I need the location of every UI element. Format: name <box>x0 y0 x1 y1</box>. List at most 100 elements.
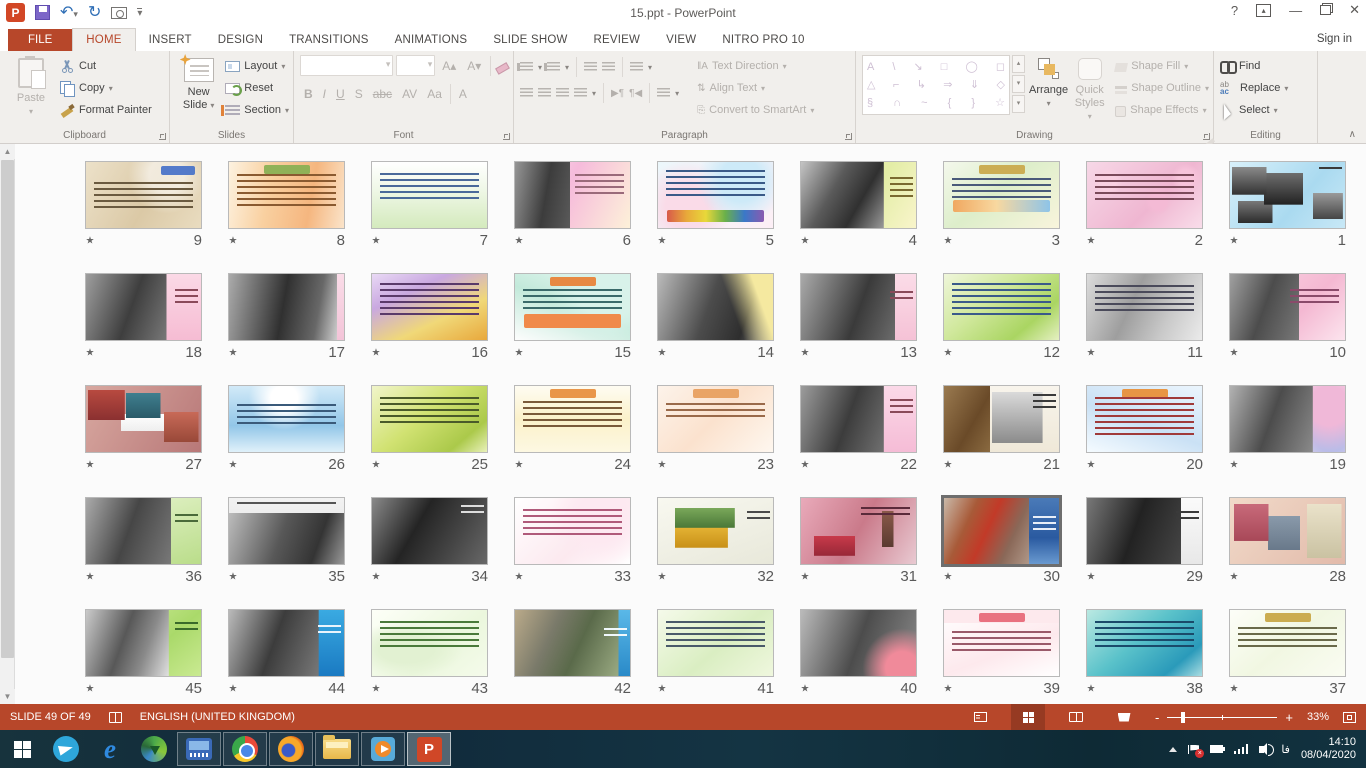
transition-star-icon[interactable]: ★ <box>371 571 380 583</box>
numbering-icon[interactable] <box>547 62 560 72</box>
shape-glyph[interactable]: { <box>948 97 952 109</box>
slide-thumbnail-24[interactable] <box>514 385 631 453</box>
taskbar-app-folder[interactable] <box>315 732 359 766</box>
align-text-button[interactable]: ⇅Align Text▾ <box>697 77 814 99</box>
shape-glyph[interactable]: ⇓ <box>970 79 979 91</box>
scrollbar-thumb[interactable] <box>1 160 14 658</box>
zoom-out-button[interactable]: - <box>1155 710 1159 725</box>
shape-glyph[interactable]: § <box>867 97 873 109</box>
text-direction-button[interactable]: ‖AText Direction▾ <box>697 55 814 77</box>
slide-thumbnail-28[interactable] <box>1229 497 1346 565</box>
shape-glyph[interactable]: ↳ <box>917 79 926 91</box>
clock[interactable]: 14:10 08/04/2020 <box>1301 736 1356 762</box>
transition-star-icon[interactable]: ★ <box>657 235 666 247</box>
scroll-up-icon[interactable]: ▲ <box>0 144 15 159</box>
shape-fill-button[interactable]: Shape Fill▾ <box>1115 55 1209 77</box>
transition-star-icon[interactable]: ★ <box>943 571 952 583</box>
spell-check-icon[interactable] <box>109 712 122 723</box>
tab-file[interactable]: FILE <box>8 29 72 51</box>
taskbar-app-rdp[interactable] <box>177 732 221 766</box>
hidden-icons-arrow[interactable] <box>1169 747 1177 752</box>
slide-thumbnail-37[interactable] <box>1229 609 1346 677</box>
slide-thumbnail-11[interactable] <box>1086 273 1203 341</box>
slide-thumbnail-17[interactable] <box>228 273 345 341</box>
slide-thumbnail-36[interactable] <box>85 497 202 565</box>
line-spacing-icon[interactable] <box>630 62 643 72</box>
justify-icon[interactable] <box>574 88 587 98</box>
font-style-button-aa[interactable]: Aa <box>423 84 446 104</box>
copy-button[interactable]: Copy▾ <box>60 77 152 99</box>
transition-star-icon[interactable]: ★ <box>1086 235 1095 247</box>
transition-star-icon[interactable]: ★ <box>1229 235 1238 247</box>
cut-button[interactable]: Cut <box>60 55 152 77</box>
select-button[interactable]: Select▾ <box>1220 99 1288 121</box>
taskbar-app-player[interactable] <box>361 732 405 766</box>
transition-star-icon[interactable]: ★ <box>1229 571 1238 583</box>
slide-thumbnail-1[interactable] <box>1229 161 1346 229</box>
font-style-button-b[interactable]: B <box>300 84 317 104</box>
transition-star-icon[interactable]: ★ <box>657 571 666 583</box>
ltr-direction-icon[interactable]: ▶¶ <box>611 88 624 99</box>
transition-star-icon[interactable]: ★ <box>943 347 952 359</box>
transition-star-icon[interactable]: ★ <box>85 683 94 695</box>
slide-thumbnail-29[interactable] <box>1086 497 1203 565</box>
language-switcher[interactable]: فا <box>1281 743 1290 756</box>
taskbar-app-idm[interactable] <box>132 730 176 768</box>
shape-glyph[interactable]: ~ <box>921 97 927 109</box>
tab-review[interactable]: REVIEW <box>581 29 654 51</box>
zoom-in-button[interactable]: + <box>1285 710 1293 725</box>
increase-indent-icon[interactable] <box>602 62 615 72</box>
decrease-font-size-button[interactable]: A▾ <box>463 56 485 76</box>
shape-glyph[interactable]: ⌐ <box>893 79 899 91</box>
zoom-level[interactable]: 33% <box>1307 711 1329 723</box>
font-style-button-u[interactable]: U <box>332 84 349 104</box>
slide-thumbnail-21[interactable] <box>943 385 1060 453</box>
transition-star-icon[interactable]: ★ <box>1229 683 1238 695</box>
slide-thumbnail-39[interactable] <box>943 609 1060 677</box>
normal-view-button[interactable] <box>963 704 997 730</box>
slide-thumbnail-10[interactable] <box>1229 273 1346 341</box>
transition-star-icon[interactable]: ★ <box>943 235 952 247</box>
transition-star-icon[interactable]: ★ <box>800 683 809 695</box>
align-left-icon[interactable] <box>520 88 533 98</box>
reset-button[interactable]: Reset <box>225 77 289 99</box>
network-signal-icon[interactable] <box>1234 744 1248 754</box>
decrease-indent-icon[interactable] <box>584 62 597 72</box>
transition-star-icon[interactable]: ★ <box>800 235 809 247</box>
shape-glyph[interactable]: ◻ <box>996 61 1005 73</box>
slide-thumbnail-44[interactable] <box>228 609 345 677</box>
fit-to-window-icon[interactable] <box>1343 712 1356 723</box>
transition-star-icon[interactable]: ★ <box>514 459 523 471</box>
help-icon[interactable]: ? <box>1231 3 1238 18</box>
sign-in-link[interactable]: Sign in <box>1317 33 1352 45</box>
tab-insert[interactable]: INSERT <box>136 29 205 51</box>
slide-thumbnail-2[interactable] <box>1086 161 1203 229</box>
align-center-icon[interactable] <box>538 88 551 98</box>
arrange-button[interactable]: Arrange▾ <box>1029 55 1068 127</box>
paste-button[interactable]: Paste▾ <box>6 55 56 127</box>
slide-thumbnail-3[interactable] <box>943 161 1060 229</box>
vertical-scrollbar[interactable]: ▲ ▼ <box>0 144 15 704</box>
tab-animations[interactable]: ANIMATIONS <box>382 29 481 51</box>
tab-nitro-pro-10[interactable]: NITRO PRO 10 <box>709 29 817 51</box>
font-style-button-abc[interactable]: abc <box>369 84 396 104</box>
transition-star-icon[interactable]: ★ <box>943 459 952 471</box>
slide-thumbnail-8[interactable] <box>228 161 345 229</box>
slide-thumbnail-16[interactable] <box>371 273 488 341</box>
slide-thumbnail-45[interactable] <box>85 609 202 677</box>
slide-thumbnail-13[interactable] <box>800 273 917 341</box>
transition-star-icon[interactable]: ★ <box>514 571 523 583</box>
quick-styles-button[interactable]: Quick Styles ▾ <box>1072 55 1107 127</box>
tab-home[interactable]: HOME <box>72 28 135 51</box>
shape-outline-button[interactable]: Shape Outline▾ <box>1115 77 1209 99</box>
rtl-direction-icon[interactable]: ¶◀ <box>629 88 642 99</box>
shape-glyph[interactable]: □ <box>941 61 948 73</box>
transition-star-icon[interactable]: ★ <box>85 571 94 583</box>
slide-thumbnail-41[interactable] <box>657 609 774 677</box>
close-icon[interactable]: ✕ <box>1349 2 1360 18</box>
transition-star-icon[interactable]: ★ <box>514 347 523 359</box>
slide-thumbnail-5[interactable] <box>657 161 774 229</box>
zoom-slider[interactable] <box>1167 717 1277 718</box>
font-style-button-s[interactable]: S <box>351 84 367 104</box>
slide-thumbnail-22[interactable] <box>800 385 917 453</box>
